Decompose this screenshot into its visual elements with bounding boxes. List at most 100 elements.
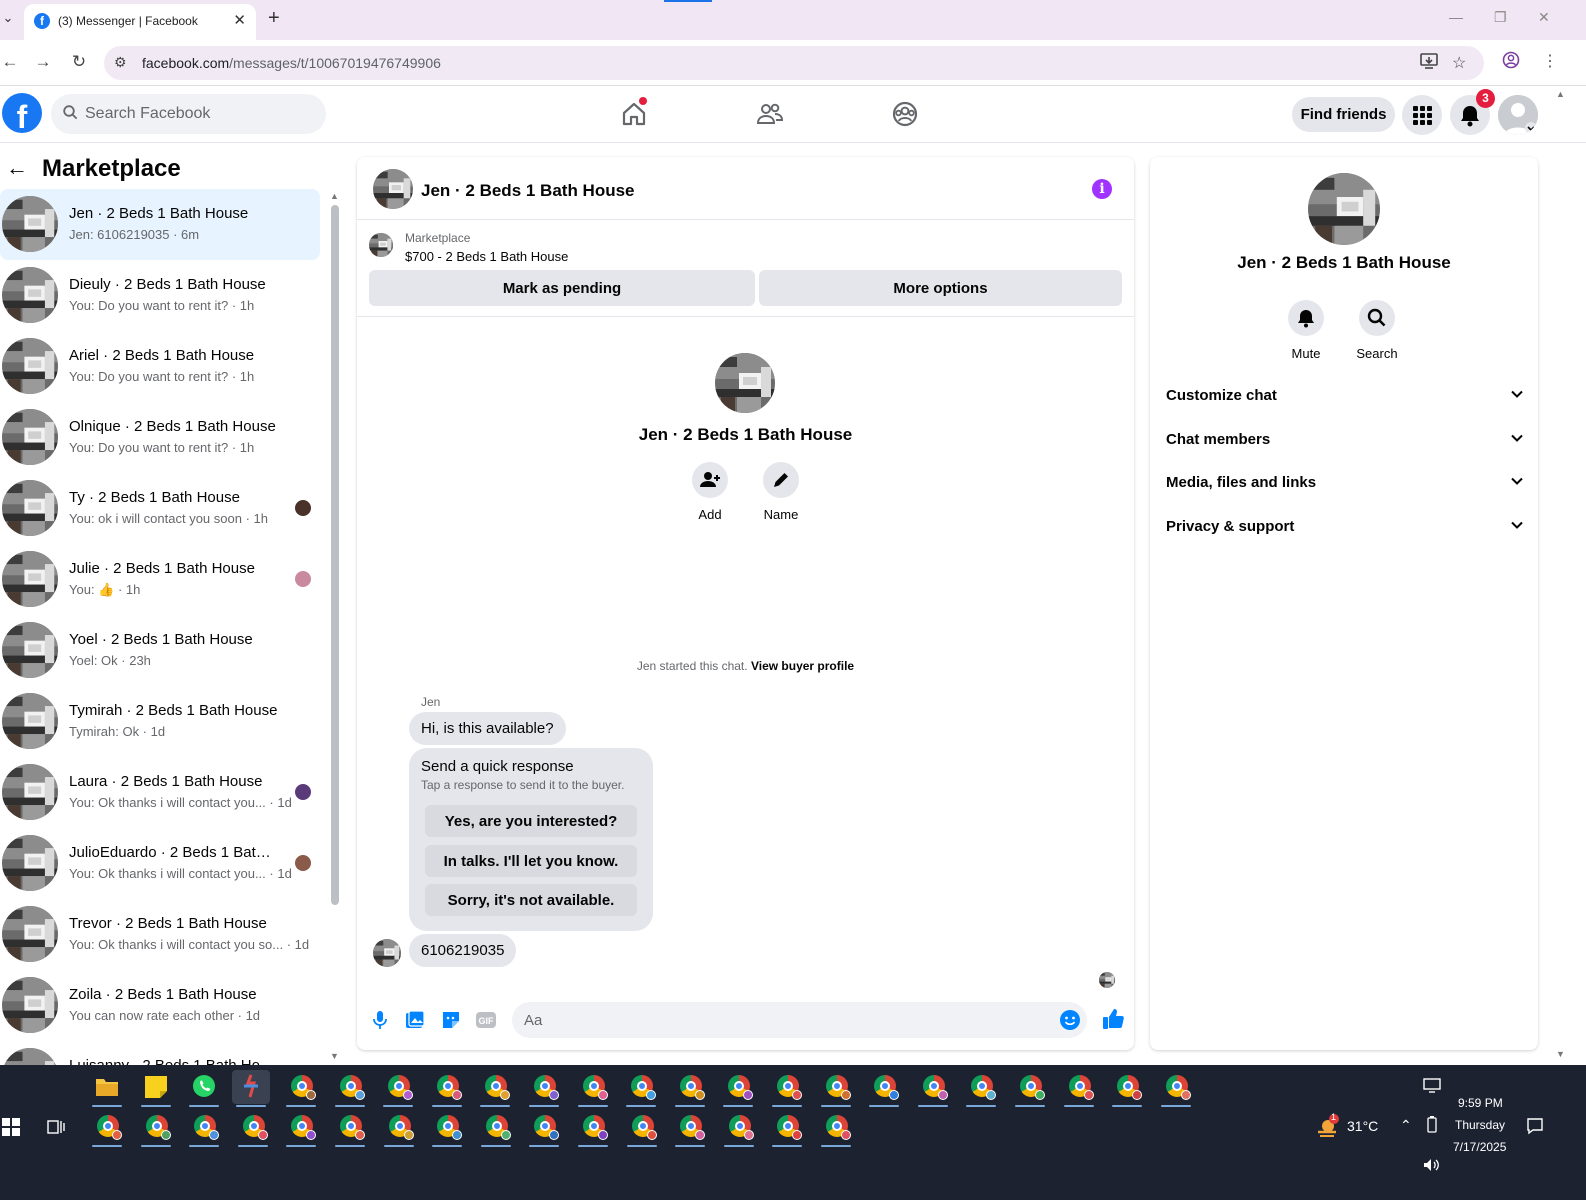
view-buyer-profile-link[interactable]: View buyer profile	[751, 659, 854, 673]
conversation-item[interactable]: Trevor · 2 Beds 1 Bath House You: Ok than…	[0, 899, 320, 970]
page-scrollbar[interactable]: ▲ ▼	[1553, 87, 1567, 1065]
chrome-window-icon[interactable]	[574, 1070, 612, 1107]
quick-response-option[interactable]: Yes, are you interested?	[425, 805, 637, 837]
conversation-item[interactable]: JulioEduardo · 2 Beds 1 Bath ... You: Ok …	[0, 828, 320, 899]
section-media-files-links[interactable]: Media, files and links	[1158, 463, 1530, 503]
profile-icon[interactable]	[1502, 51, 1520, 74]
search-input[interactable]	[85, 94, 315, 134]
conversation-item[interactable]: Ariel · 2 Beds 1 Bath House You: Do you w…	[0, 331, 320, 402]
section-chat-members[interactable]: Chat members	[1158, 420, 1530, 460]
close-window-icon[interactable]: ✕	[1538, 9, 1550, 26]
chrome-window-icon[interactable]	[525, 1070, 563, 1107]
battery-icon[interactable]	[1425, 1116, 1439, 1137]
search-box[interactable]	[51, 94, 326, 134]
message-input-box[interactable]	[512, 1002, 1087, 1038]
chrome-window-icon[interactable]	[768, 1070, 806, 1107]
browser-menu-icon[interactable]: ⋮	[1542, 51, 1558, 71]
quick-response-option[interactable]: Sorry, it's not available.	[425, 884, 637, 916]
chrome-window-icon[interactable]	[574, 1110, 612, 1147]
chrome-window-icon[interactable]	[768, 1110, 806, 1147]
windows-start-icon[interactable]	[2, 1118, 20, 1136]
back-icon[interactable]: ←	[0, 52, 20, 72]
add-people-button[interactable]: Add	[680, 462, 740, 522]
clock-time[interactable]: 9:59 PM	[1458, 1096, 1503, 1110]
gif-icon[interactable]: GIF	[475, 1009, 497, 1031]
conversation-item[interactable]: Ty · 2 Beds 1 Bath House You: ok i will c…	[0, 473, 320, 544]
conversation-item[interactable]: Luisanny · 2 Beds 1 Bath House	[0, 1041, 320, 1065]
chrome-window-icon[interactable]	[137, 1110, 175, 1147]
browser-tab-messenger[interactable]: f (3) Messenger | Facebook ✕	[24, 4, 256, 40]
chrome-window-icon[interactable]	[477, 1110, 515, 1147]
chrome-window-icon[interactable]	[720, 1110, 758, 1147]
mark-as-pending-button[interactable]: Mark as pending	[369, 270, 755, 306]
back-arrow-icon[interactable]: ←	[6, 155, 28, 181]
restore-window-icon[interactable]: ❐	[1494, 9, 1507, 26]
file-explorer-icon[interactable]	[88, 1070, 126, 1107]
chrome-window-icon[interactable]	[1060, 1070, 1098, 1107]
edit-name-button[interactable]: Name	[751, 462, 811, 522]
more-options-button[interactable]: More options	[759, 270, 1122, 306]
chrome-window-icon[interactable]	[282, 1110, 320, 1147]
chrome-window-icon[interactable]	[1157, 1070, 1195, 1107]
install-app-icon[interactable]	[1420, 53, 1438, 74]
message-bubble[interactable]: Hi, is this available?	[409, 712, 566, 745]
chrome-window-icon[interactable]	[865, 1070, 903, 1107]
microphone-icon[interactable]	[369, 1009, 391, 1031]
chrome-window-icon[interactable]	[622, 1070, 660, 1107]
chat-avatar[interactable]	[373, 169, 413, 209]
chrome-window-icon[interactable]	[331, 1110, 369, 1147]
chrome-window-icon[interactable]	[525, 1110, 563, 1147]
chrome-window-icon[interactable]	[331, 1070, 369, 1107]
conversation-item[interactable]: Yoel · 2 Beds 1 Bath House Yoel: Ok · 23h	[0, 615, 320, 686]
chrome-window-icon[interactable]	[914, 1070, 952, 1107]
page-scroll-down-icon[interactable]: ▼	[1556, 1049, 1565, 1059]
chrome-window-icon[interactable]	[671, 1070, 709, 1107]
conversation-info-icon[interactable]: i	[1092, 179, 1112, 199]
weather-temp[interactable]: 31°C	[1347, 1118, 1378, 1134]
chrome-window-icon[interactable]	[623, 1110, 661, 1147]
address-bar[interactable]: ⚙ facebook.com/messages/t/10067019476749…	[104, 46, 1484, 80]
conversation-item[interactable]: Jen · 2 Beds 1 Bath House Jen: 6106219035…	[0, 189, 320, 260]
chrome-window-icon[interactable]	[88, 1110, 126, 1147]
home-icon[interactable]	[619, 97, 649, 129]
listing-thumbnail[interactable]	[369, 233, 393, 257]
facebook-logo-icon[interactable]: f	[2, 93, 42, 133]
account-avatar[interactable]	[1498, 95, 1538, 135]
new-tab-button[interactable]: +	[268, 7, 280, 30]
chrome-window-icon[interactable]	[817, 1110, 855, 1147]
site-info-icon[interactable]: ⚙	[114, 54, 127, 71]
task-view-icon[interactable]	[47, 1118, 65, 1136]
chrome-window-icon[interactable]	[428, 1110, 466, 1147]
chrome-window-icon[interactable]	[379, 1070, 417, 1107]
chrome-window-icon[interactable]	[719, 1070, 757, 1107]
chrome-window-icon[interactable]	[380, 1110, 418, 1147]
chrome-window-icon[interactable]	[671, 1110, 709, 1147]
conversation-item[interactable]: Julie · 2 Beds 1 Bath House You: 👍 · 1h	[0, 544, 320, 615]
minimize-window-icon[interactable]: —	[1449, 9, 1463, 25]
conversation-item[interactable]: Tymirah · 2 Beds 1 Bath House Tymirah: Ok…	[0, 686, 320, 757]
scroll-down-icon[interactable]: ▼	[330, 1051, 339, 1061]
active-app-icon[interactable]	[232, 1070, 270, 1107]
conversation-item[interactable]: Laura · 2 Beds 1 Bath House You: Ok thank…	[0, 757, 320, 828]
chrome-window-icon[interactable]	[1011, 1070, 1049, 1107]
chrome-window-icon[interactable]	[234, 1110, 272, 1147]
chrome-window-icon[interactable]	[962, 1070, 1000, 1107]
weather-icon[interactable]	[1314, 1114, 1340, 1141]
thumbs-up-icon[interactable]	[1101, 1007, 1125, 1031]
chrome-window-icon[interactable]	[1108, 1070, 1146, 1107]
conversation-item[interactable]: Olnique · 2 Beds 1 Bath House You: Do you…	[0, 402, 320, 473]
chrome-window-icon[interactable]	[282, 1070, 320, 1107]
message-bubble[interactable]: 6106219035	[409, 934, 517, 967]
sender-avatar[interactable]	[373, 939, 401, 967]
clock-day[interactable]: Thursday	[1455, 1118, 1505, 1132]
close-tab-icon[interactable]: ✕	[233, 11, 246, 29]
conversation-item[interactable]: Zoila · 2 Beds 1 Bath House You can now r…	[0, 970, 320, 1041]
clock-date[interactable]: 7/17/2025	[1453, 1140, 1506, 1154]
url-text[interactable]: facebook.com/messages/t/1006701947674990…	[142, 55, 441, 71]
listing-name[interactable]: $700 - 2 Beds 1 Bath House	[405, 249, 568, 264]
bookmark-star-icon[interactable]: ☆	[1452, 53, 1466, 73]
section-customize-chat[interactable]: Customize chat	[1158, 376, 1530, 416]
display-icon[interactable]	[1423, 1077, 1441, 1096]
sidebar-scroll-thumb[interactable]	[331, 205, 339, 905]
menu-grid-icon[interactable]	[1402, 95, 1442, 135]
